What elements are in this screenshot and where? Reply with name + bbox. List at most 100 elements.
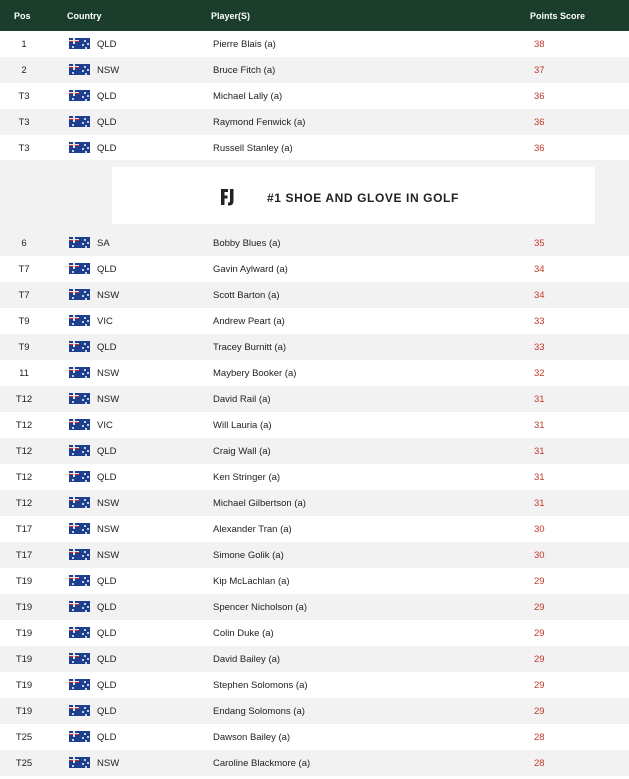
position-cell: T25 — [15, 732, 33, 743]
points-score-cell: 29 — [534, 628, 545, 639]
table-row[interactable]: T9 VIC Andrew Peart (a) 33 — [0, 308, 629, 334]
state-cell: QLD — [97, 628, 117, 639]
position-cell: T19 — [15, 680, 33, 691]
state-cell: NSW — [97, 498, 120, 509]
australia-flag-icon — [69, 601, 90, 612]
footjoy-logo-icon — [221, 189, 234, 206]
table-row[interactable]: T19 QLD Spencer Nicholson (a) 29 — [0, 594, 629, 620]
australia-flag-icon — [69, 90, 90, 101]
state-cell: QLD — [97, 680, 117, 691]
table-row[interactable]: T19 QLD David Bailey (a) 29 — [0, 646, 629, 672]
australia-flag-icon — [69, 731, 90, 742]
player-name-cell[interactable]: Michael Gilbertson (a) — [213, 498, 306, 509]
points-score-cell: 32 — [534, 368, 545, 379]
state-cell: NSW — [97, 290, 120, 301]
state-cell: QLD — [97, 342, 117, 353]
state-cell: VIC — [97, 316, 113, 327]
table-row[interactable]: T25 NSW Caroline Blackmore (a) 28 — [0, 750, 629, 776]
player-name-cell[interactable]: David Bailey (a) — [213, 654, 280, 665]
australia-flag-icon — [69, 445, 90, 456]
points-score-cell: 31 — [534, 394, 545, 405]
australia-flag-icon — [69, 471, 90, 482]
table-row[interactable]: T17 NSW Alexander Tran (a) 30 — [0, 516, 629, 542]
table-row[interactable]: T12 QLD Ken Stringer (a) 31 — [0, 464, 629, 490]
position-cell: 1 — [21, 39, 27, 50]
table-row[interactable]: T7 NSW Scott Barton (a) 34 — [0, 282, 629, 308]
table-row[interactable]: T12 NSW David Rail (a) 31 — [0, 386, 629, 412]
state-cell: VIC — [97, 420, 113, 431]
australia-flag-icon — [69, 289, 90, 300]
table-row[interactable]: T7 QLD Gavin Aylward (a) 34 — [0, 256, 629, 282]
player-name-cell[interactable]: Caroline Blackmore (a) — [213, 758, 310, 769]
australia-flag-icon — [69, 757, 90, 768]
player-name-cell[interactable]: Tracey Burnitt (a) — [213, 342, 286, 353]
state-cell: NSW — [97, 758, 120, 769]
player-name-cell[interactable]: Kip McLachlan (a) — [213, 576, 290, 587]
player-name-cell[interactable]: Stephen Solomons (a) — [213, 680, 308, 691]
points-score-cell: 33 — [534, 316, 545, 327]
australia-flag-icon — [69, 142, 90, 153]
table-row[interactable]: T25 QLD Dawson Bailey (a) 28 — [0, 724, 629, 750]
player-name-cell[interactable]: Bruce Fitch (a) — [213, 65, 275, 76]
player-name-cell[interactable]: Endang Solomons (a) — [213, 706, 305, 717]
promo-text: #1 SHOE AND GLOVE IN GOLF — [267, 191, 459, 205]
points-score-cell: 29 — [534, 576, 545, 587]
state-cell: QLD — [97, 732, 117, 743]
table-row[interactable]: 11 NSW Maybery Booker (a) 32 — [0, 360, 629, 386]
table-row[interactable]: T19 QLD Colin Duke (a) 29 — [0, 620, 629, 646]
points-score-cell: 31 — [534, 498, 545, 509]
player-name-cell[interactable]: Simone Golik (a) — [213, 550, 284, 561]
state-cell: QLD — [97, 472, 117, 483]
table-row[interactable]: T12 VIC Will Lauria (a) 31 — [0, 412, 629, 438]
player-name-cell[interactable]: Alexander Tran (a) — [213, 524, 292, 535]
player-name-cell[interactable]: Craig Wall (a) — [213, 446, 271, 457]
state-cell: NSW — [97, 65, 120, 76]
australia-flag-icon — [69, 38, 90, 49]
state-cell: QLD — [97, 446, 117, 457]
state-cell: QLD — [97, 39, 117, 50]
table-row[interactable]: 6 SA Bobby Blues (a) 35 — [0, 230, 629, 256]
player-name-cell[interactable]: Will Lauria (a) — [213, 420, 272, 431]
table-row[interactable]: T9 QLD Tracey Burnitt (a) 33 — [0, 334, 629, 360]
pos-column-header: Pos — [14, 11, 31, 21]
player-name-cell[interactable]: Spencer Nicholson (a) — [213, 602, 307, 613]
table-row[interactable]: 1 QLD Pierre Blais (a) 38 — [0, 31, 629, 57]
player-name-cell[interactable]: Raymond Fenwick (a) — [213, 117, 305, 128]
position-cell: T19 — [15, 576, 33, 587]
state-cell: NSW — [97, 524, 120, 535]
points-score-cell: 29 — [534, 706, 545, 717]
player-name-cell[interactable]: Pierre Blais (a) — [213, 39, 276, 50]
score-column-header: Points Score — [530, 11, 586, 21]
table-row[interactable]: T19 QLD Endang Solomons (a) 29 — [0, 698, 629, 724]
table-row[interactable]: T19 QLD Stephen Solomons (a) 29 — [0, 672, 629, 698]
state-cell: NSW — [97, 550, 120, 561]
points-score-cell: 29 — [534, 654, 545, 665]
player-name-cell[interactable]: Russell Stanley (a) — [213, 143, 293, 154]
table-row[interactable]: T3 QLD Russell Stanley (a) 36 — [0, 135, 629, 161]
table-row[interactable]: T3 QLD Raymond Fenwick (a) 36 — [0, 109, 629, 135]
position-cell: T19 — [15, 602, 33, 613]
table-row[interactable]: T12 QLD Craig Wall (a) 31 — [0, 438, 629, 464]
australia-flag-icon — [69, 315, 90, 326]
player-name-cell[interactable]: Ken Stringer (a) — [213, 472, 280, 483]
player-name-cell[interactable]: Colin Duke (a) — [213, 628, 274, 639]
player-name-cell[interactable]: Bobby Blues (a) — [213, 238, 281, 249]
table-row[interactable]: T17 NSW Simone Golik (a) 30 — [0, 542, 629, 568]
points-score-cell: 29 — [534, 680, 545, 691]
table-row[interactable]: T3 QLD Michael Lally (a) 36 — [0, 83, 629, 109]
player-column-header: Player(S) — [211, 11, 251, 21]
state-cell: QLD — [97, 143, 117, 154]
table-row[interactable]: T12 NSW Michael Gilbertson (a) 31 — [0, 490, 629, 516]
player-name-cell[interactable]: Scott Barton (a) — [213, 290, 280, 301]
player-name-cell[interactable]: Dawson Bailey (a) — [213, 732, 290, 743]
player-name-cell[interactable]: Andrew Peart (a) — [213, 316, 285, 327]
player-name-cell[interactable]: David Rail (a) — [213, 394, 271, 405]
points-score-cell: 38 — [534, 39, 545, 50]
table-row[interactable]: 2 NSW Bruce Fitch (a) 37 — [0, 57, 629, 83]
player-name-cell[interactable]: Gavin Aylward (a) — [213, 264, 288, 275]
leaderboard-header: Pos Country Player(S) Points Score — [0, 0, 629, 31]
table-row[interactable]: T19 QLD Kip McLachlan (a) 29 — [0, 568, 629, 594]
position-cell: T19 — [15, 628, 33, 639]
player-name-cell[interactable]: Michael Lally (a) — [213, 91, 282, 102]
player-name-cell[interactable]: Maybery Booker (a) — [213, 368, 296, 379]
